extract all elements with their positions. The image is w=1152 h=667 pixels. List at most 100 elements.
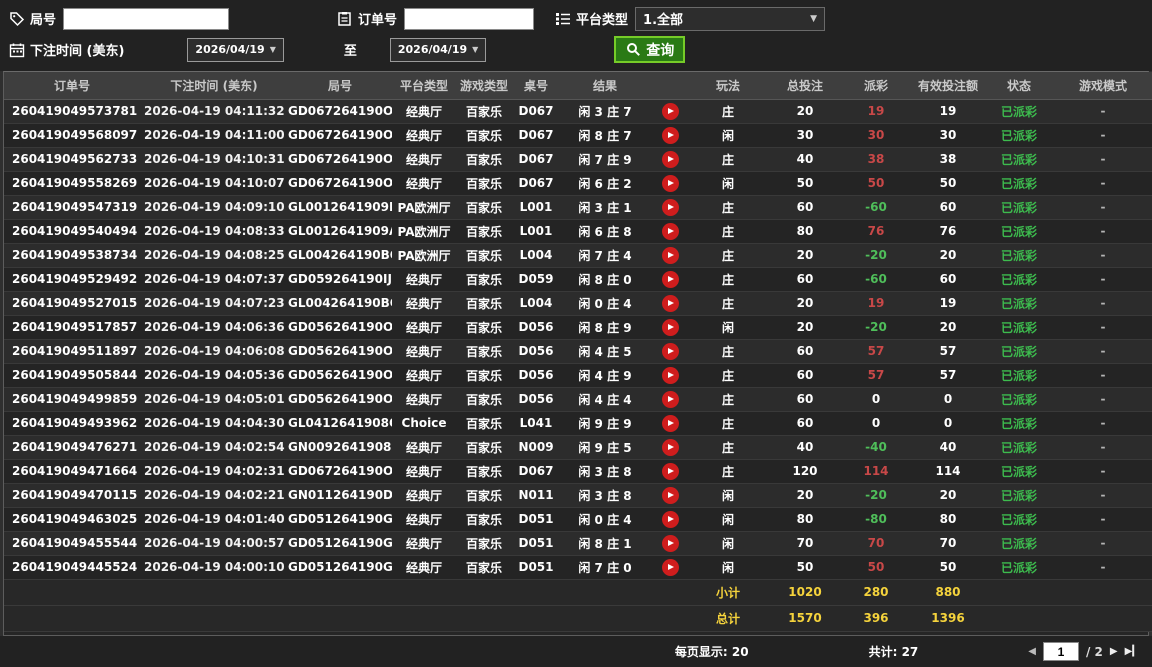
platform-type-selected-value: 1.全部 xyxy=(643,13,684,28)
table-row: 260419049505844 2026-04-19 04:05:36 GD05… xyxy=(4,363,1152,388)
cell-bet-time: 2026-04-19 04:06:36 xyxy=(140,315,288,340)
cell-table-number: L001 xyxy=(512,219,560,244)
cell-bet-time: 2026-04-19 04:07:37 xyxy=(140,267,288,292)
play-button[interactable] xyxy=(661,534,679,552)
cell-valid-bet: 50 xyxy=(908,555,988,580)
cell-replay xyxy=(650,219,690,244)
cell-status: 已派彩 xyxy=(988,123,1050,148)
cell-status: 已派彩 xyxy=(988,363,1050,388)
cell-platform-type: 经典厅 xyxy=(392,531,456,556)
cell-round-number: GL0012641909A xyxy=(288,219,392,244)
cell-replay xyxy=(650,363,690,388)
cell-play-method: 闲 xyxy=(690,171,766,196)
play-button[interactable] xyxy=(661,174,679,192)
cell-total-bet: 60 xyxy=(766,387,844,412)
cell-valid-bet: 57 xyxy=(908,363,988,388)
cell-total-bet: 20 xyxy=(766,291,844,316)
cell-result: 闲 8 庄 7 xyxy=(560,123,650,148)
table-header-row: 订单号 下注时间 (美东) 局号 平台类型 游戏类型 桌号 结果 玩法 总投注 派彩 有效投注额 状态… xyxy=(4,72,1152,100)
date-to-picker[interactable]: 2026/04/19 ▼ xyxy=(389,37,487,62)
cell-bet-time: 2026-04-19 04:10:07 xyxy=(140,171,288,196)
query-button[interactable]: 查询 xyxy=(614,36,686,63)
cell-result: 闲 3 庄 8 xyxy=(560,483,650,508)
play-icon xyxy=(668,540,674,546)
cell-status: 已派彩 xyxy=(988,195,1050,220)
cell-result: 闲 6 庄 2 xyxy=(560,171,650,196)
cell-payout: -60 xyxy=(844,267,908,292)
table-row: 260419049455544 2026-04-19 04:00:57 GD05… xyxy=(4,531,1152,556)
play-icon xyxy=(668,300,674,306)
table-row: 260419049470115 2026-04-19 04:02:21 GN01… xyxy=(4,483,1152,508)
play-button[interactable] xyxy=(661,414,679,432)
cell-game-type: 百家乐 xyxy=(456,171,512,196)
cell-game-type: 百家乐 xyxy=(456,315,512,340)
cell-status: 已派彩 xyxy=(988,147,1050,172)
cell-result: 闲 7 庄 0 xyxy=(560,555,650,580)
cell-platform-type: 经典厅 xyxy=(392,267,456,292)
cell-table-number: D056 xyxy=(512,387,560,412)
play-button[interactable] xyxy=(661,222,679,240)
play-button[interactable] xyxy=(661,318,679,336)
filter-row-2: 下注时间 (美东) 2026/04/19 ▼ 至 2026/04/19 ▼ 查询 xyxy=(8,34,1144,65)
cell-payout: 50 xyxy=(844,555,908,580)
order-number-input[interactable] xyxy=(404,7,535,30)
cell-round-number: GN00926419082 xyxy=(288,435,392,460)
next-page-icon[interactable]: ▶ xyxy=(1110,646,1118,657)
play-button[interactable] xyxy=(661,390,679,408)
table-row: 260419049476271 2026-04-19 04:02:54 GN00… xyxy=(4,435,1152,460)
cell-total-bet: 50 xyxy=(766,555,844,580)
cell-status: 已派彩 xyxy=(988,339,1050,364)
play-button[interactable] xyxy=(661,198,679,216)
play-button[interactable] xyxy=(661,342,679,360)
cell-game-mode: - xyxy=(1050,291,1152,316)
bet-time-calendar-icon xyxy=(8,41,25,58)
page-input[interactable] xyxy=(1042,642,1079,661)
play-icon xyxy=(668,444,674,450)
cell-bet-time: 2026-04-19 04:00:10 xyxy=(140,555,288,580)
cell-order-number: 260419049463025 xyxy=(4,507,140,532)
play-button[interactable] xyxy=(661,126,679,144)
cell-valid-bet: 30 xyxy=(908,123,988,148)
cell-round-number: GD051264190GF xyxy=(288,555,392,580)
cell-play-method: 闲 xyxy=(690,555,766,580)
play-icon xyxy=(668,204,674,210)
round-number-input[interactable] xyxy=(63,7,230,30)
cell-bet-time: 2026-04-19 04:01:40 xyxy=(140,507,288,532)
cell-replay xyxy=(650,531,690,556)
cell-table-number: L004 xyxy=(512,291,560,316)
play-button[interactable] xyxy=(661,150,679,168)
cell-replay xyxy=(650,147,690,172)
last-page-icon[interactable]: ▶▎ xyxy=(1125,646,1140,657)
cell-status: 已派彩 xyxy=(988,387,1050,412)
total-spacer xyxy=(4,605,690,632)
cell-payout: -20 xyxy=(844,315,908,340)
subtotal-payout: 280 xyxy=(844,579,908,606)
play-button[interactable] xyxy=(661,366,679,384)
cell-order-number: 260419049538734 xyxy=(4,243,140,268)
column-header xyxy=(650,72,690,100)
play-button[interactable] xyxy=(661,438,679,456)
date-from-picker[interactable]: 2026/04/19 ▼ xyxy=(187,37,284,62)
cell-platform-type: PA欧洲厅 xyxy=(392,195,456,220)
cell-total-bet: 70 xyxy=(766,531,844,556)
cell-table-number: D067 xyxy=(512,171,560,196)
play-button[interactable] xyxy=(661,510,679,528)
to-label: 至 xyxy=(343,44,357,59)
cell-result: 闲 3 庄 8 xyxy=(560,459,650,484)
play-button[interactable] xyxy=(661,294,679,312)
play-button[interactable] xyxy=(661,102,679,120)
platform-type-select[interactable]: 1.全部 ▼ xyxy=(635,6,826,31)
cell-replay xyxy=(650,435,690,460)
cell-total-bet: 40 xyxy=(766,147,844,172)
cell-valid-bet: 20 xyxy=(908,315,988,340)
cell-valid-bet: 70 xyxy=(908,531,988,556)
play-button[interactable] xyxy=(661,270,679,288)
cell-play-method: 闲 xyxy=(690,507,766,532)
play-button[interactable] xyxy=(661,462,679,480)
play-button[interactable] xyxy=(661,558,679,576)
play-button[interactable] xyxy=(661,486,679,504)
prev-page-icon[interactable]: ◀ xyxy=(1028,646,1036,657)
cell-game-mode: - xyxy=(1050,507,1152,532)
cell-play-method: 闲 xyxy=(690,483,766,508)
play-button[interactable] xyxy=(661,246,679,264)
